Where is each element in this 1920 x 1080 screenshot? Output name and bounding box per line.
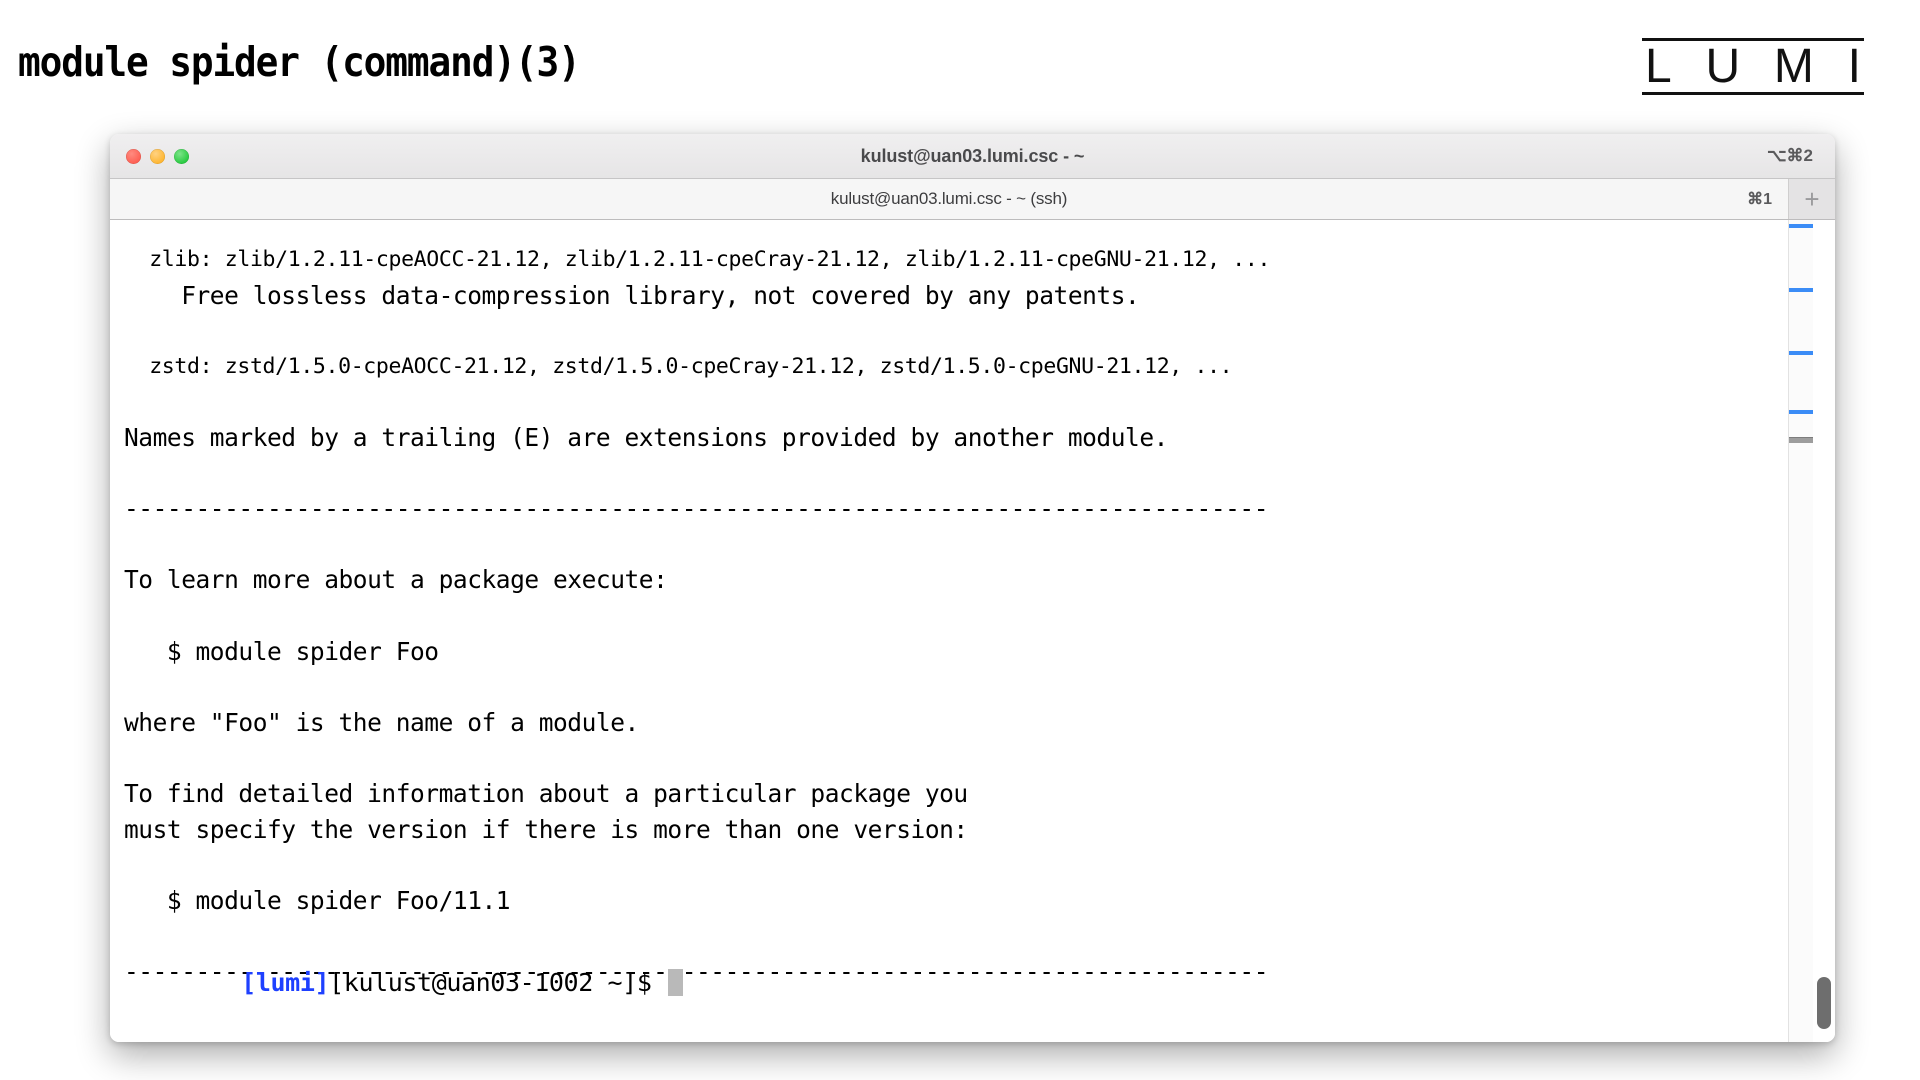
terminal-line: zlib: zlib/1.2.11-cpeAOCC-21.12, zlib/1.… — [124, 247, 1271, 272]
terminal-line: To learn more about a package execute: — [124, 565, 668, 595]
logo-letter-i: I — [1847, 40, 1861, 93]
terminal-line: $ module spider Foo/11.1 — [124, 885, 511, 915]
prompt-user-host: [kulust@uan03-1002 ~]$ — [329, 968, 667, 997]
zoom-button-icon[interactable] — [174, 148, 189, 164]
terminal-lines: zlib: zlib/1.2.11-cpeAOCC-21.12, zlib/1.… — [110, 242, 1788, 989]
scroll-divider — [1789, 437, 1813, 443]
command-mark[interactable] — [1789, 410, 1813, 414]
scrollbar-track[interactable] — [1813, 220, 1835, 1042]
minimize-button-icon[interactable] — [150, 148, 165, 164]
command-mark[interactable] — [1789, 224, 1813, 228]
scrollbar-thumb[interactable] — [1817, 977, 1831, 1029]
logo-wordmark: L U M I — [1642, 41, 1864, 92]
tab-label: kulust@uan03.lumi.csc - ~ (ssh) — [830, 189, 1068, 208]
close-button-icon[interactable] — [126, 148, 141, 164]
terminal-line: Free lossless data-compression library, … — [124, 280, 1140, 310]
window-titlebar[interactable]: kulust@uan03.lumi.csc - ~ ⌥⌘2 — [110, 134, 1835, 179]
terminal-separator: ----------------------------------------… — [124, 494, 1269, 524]
terminal-line: $ module spider Foo — [124, 636, 439, 666]
tab-bar: kulust@uan03.lumi.csc - ~ (ssh) ⌘1 + — [110, 179, 1835, 220]
page-title: module spider (command)(3) — [18, 38, 581, 86]
window-shortcut-badge: ⌥⌘2 — [1766, 146, 1813, 165]
lumi-logo: L U M I — [1642, 38, 1864, 96]
text-cursor — [668, 969, 684, 996]
terminal-line: where "Foo" is the name of a module. — [124, 707, 639, 737]
logo-letter-m: M — [1773, 40, 1814, 93]
prompt-env-tag: [lumi] — [241, 968, 330, 997]
terminal-line: zstd: zstd/1.5.0-cpeAOCC-21.12, zstd/1.5… — [124, 353, 1233, 379]
command-mark-strip[interactable] — [1788, 220, 1813, 1042]
terminal-line: To find detailed information about a par… — [124, 778, 968, 808]
shell-prompt[interactable]: [lumi][kulust@uan03-1002 ~]$ — [110, 932, 1788, 1034]
new-tab-button[interactable]: + — [1789, 179, 1835, 219]
command-mark[interactable] — [1789, 288, 1813, 292]
logo-letter-u: U — [1705, 40, 1741, 93]
window-title: kulust@uan03.lumi.csc - ~ — [860, 145, 1085, 166]
terminal-line: Names marked by a trailing (E) are exten… — [124, 422, 1168, 452]
terminal-window: kulust@uan03.lumi.csc - ~ ⌥⌘2 kulust@uan… — [110, 134, 1835, 1042]
tab-shortcut-badge: ⌘1 — [1747, 191, 1772, 208]
command-mark[interactable] — [1789, 351, 1813, 355]
terminal-output[interactable]: zlib: zlib/1.2.11-cpeAOCC-21.12, zlib/1.… — [110, 220, 1788, 1042]
terminal-line: must specify the version if there is mor… — [124, 814, 968, 844]
traffic-lights — [126, 148, 189, 164]
tab-ssh-session[interactable]: kulust@uan03.lumi.csc - ~ (ssh) ⌘1 — [110, 179, 1789, 219]
logo-letter-l: L — [1645, 40, 1672, 93]
logo-rule-bottom — [1642, 92, 1864, 96]
terminal-body: zlib: zlib/1.2.11-cpeAOCC-21.12, zlib/1.… — [110, 220, 1835, 1042]
